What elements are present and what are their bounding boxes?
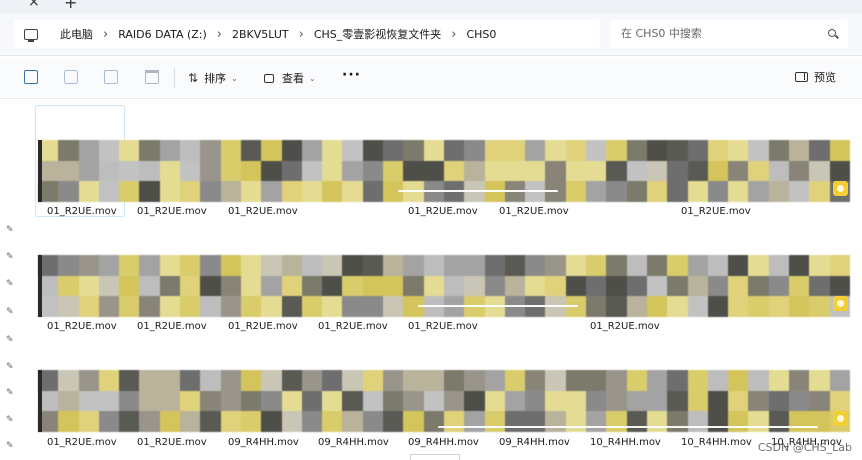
file-label-row: 01_R2UE.mov 01_R2UE.mov 09_R4HH.mov 09_R4HH… (38, 437, 850, 451)
view-label: 查看 (282, 72, 304, 85)
command-bar: ⇅ 排序 ⌄ 查看 ⌄ ··· 预览 (0, 57, 862, 99)
thumbnail-overlay-line (438, 426, 818, 428)
view-button[interactable]: 查看 ⌄ (264, 69, 316, 87)
video-badge-icon (833, 181, 848, 196)
file-label-row: 01_R2UE.mov 01_R2UE.mov 01_R2UE.mov 01_R2UE… (38, 206, 850, 220)
pin-icon[interactable]: ✎ (6, 280, 14, 289)
file-name[interactable]: 01_R2UE.mov (47, 206, 117, 217)
file-name[interactable]: 09_R4HH.mov (499, 437, 570, 448)
address-bar[interactable]: 此电脑 › RAID6 DATA (Z:) › 2BKV5LUT › CHS_零… (14, 20, 600, 48)
sort-button[interactable]: ⇅ 排序 ⌄ (188, 69, 238, 87)
address-row: 此电脑 › RAID6 DATA (Z:) › 2BKV5LUT › CHS_零… (0, 14, 862, 56)
close-tab-icon[interactable]: × (28, 0, 40, 10)
breadcrumb-drive[interactable]: RAID6 DATA (Z:) (118, 28, 207, 41)
chevron-right-icon[interactable]: › (299, 27, 304, 42)
file-name[interactable]: 01_R2UE.mov (318, 321, 388, 332)
file-name[interactable]: 01_R2UE.mov (590, 321, 660, 332)
film-edge (38, 370, 42, 432)
pin-icon[interactable]: ✎ (6, 389, 14, 398)
pin-icon[interactable]: ✎ (6, 226, 14, 235)
chevron-down-icon: ⌄ (231, 73, 238, 83)
preview-pane-icon (795, 72, 808, 82)
file-name[interactable]: 01_R2UE.mov (408, 206, 478, 217)
file-name[interactable]: 01_R2UE.mov (228, 206, 298, 217)
chevron-down-icon: ⌄ (309, 73, 316, 83)
file-name[interactable]: 01_R2UE.mov (499, 206, 569, 217)
breadcrumb-folder[interactable]: 2BKV5LUT (232, 28, 289, 41)
search-icon[interactable] (828, 29, 836, 37)
file-name[interactable]: 09_R4HH.mov (318, 437, 389, 448)
preview-pane-button[interactable]: 预览 (795, 69, 836, 85)
pin-icon[interactable]: ✎ (6, 442, 14, 451)
breadcrumb-current[interactable]: CHS0 (466, 28, 496, 41)
watermark-text: CSDN @CHS_Lab (757, 441, 852, 454)
thumbnail-mosaic (38, 370, 850, 432)
chevron-right-icon[interactable]: › (451, 27, 456, 42)
quick-access-rail: ✎ ✎ ✎ ✎ ✎ ✎ ✎ ✎ ✎ (0, 100, 22, 460)
file-grid: 01_R2UE.mov 01_R2UE.mov 01_R2UE.mov 01_R2UE… (22, 100, 862, 460)
breadcrumb-recovery-folder[interactable]: CHS_零壹影视恢复文件夹 (314, 26, 441, 42)
tab-strip: × + (0, 0, 862, 14)
file-name[interactable]: 01_R2UE.mov (47, 437, 117, 448)
search-input[interactable]: 在 CHS0 中搜索 (610, 20, 848, 48)
video-badge-icon (833, 411, 848, 426)
pin-icon[interactable]: ✎ (6, 336, 14, 345)
search-placeholder: 在 CHS0 中搜索 (621, 27, 702, 40)
file-name[interactable]: 01_R2UE.mov (408, 321, 478, 332)
pin-icon[interactable]: ✎ (6, 363, 14, 372)
film-edge (38, 140, 42, 202)
file-name[interactable]: 01_R2UE.mov (681, 206, 751, 217)
breadcrumb-this-pc[interactable]: 此电脑 (60, 26, 93, 42)
video-thumbnail-strip[interactable] (38, 370, 850, 432)
file-name[interactable]: 09_R4HH.mov (408, 437, 479, 448)
video-thumbnail-strip[interactable] (38, 255, 850, 317)
file-label-row: 01_R2UE.mov 01_R2UE.mov 01_R2UE.mov 01_R2UE… (38, 321, 850, 335)
film-edge (38, 255, 42, 317)
thumbnail-overlay-line (418, 305, 578, 307)
scroll-indicator (410, 454, 460, 460)
video-thumbnail-strip[interactable] (38, 140, 850, 202)
thumbnail-mosaic (38, 255, 850, 317)
new-tab-button[interactable]: + (64, 0, 77, 12)
pin-icon[interactable]: ✎ (6, 308, 14, 317)
rename-icon[interactable] (64, 70, 78, 84)
file-name[interactable]: 01_R2UE.mov (137, 437, 207, 448)
toolbar-divider (174, 68, 175, 88)
computer-icon[interactable] (24, 28, 38, 42)
sort-label: 排序 (204, 72, 227, 85)
sort-icon: ⇅ (188, 71, 199, 85)
chevron-right-icon[interactable]: › (103, 27, 108, 42)
file-name[interactable]: 01_R2UE.mov (228, 321, 298, 332)
video-badge-icon (833, 296, 848, 311)
chevron-right-icon[interactable]: › (217, 27, 222, 42)
file-name[interactable]: 01_R2UE.mov (47, 321, 117, 332)
file-name[interactable]: 09_R4HH.mov (228, 437, 299, 448)
file-name[interactable]: 10_R4HH.mov (590, 437, 661, 448)
trash-icon[interactable] (145, 70, 159, 84)
pin-icon[interactable]: ✎ (6, 253, 14, 262)
file-name[interactable]: 01_R2UE.mov (137, 321, 207, 332)
copy-icon[interactable] (24, 70, 38, 84)
view-icon (264, 73, 274, 83)
preview-label: 预览 (814, 71, 836, 84)
more-options-button[interactable]: ··· (342, 67, 361, 83)
pin-icon[interactable]: ✎ (6, 416, 14, 425)
thumbnail-mosaic (38, 140, 850, 202)
file-name[interactable]: 01_R2UE.mov (137, 206, 207, 217)
file-name[interactable]: 10_R4HH.mov (681, 437, 752, 448)
thumbnail-overlay-line (398, 190, 558, 192)
share-icon[interactable] (104, 70, 118, 84)
